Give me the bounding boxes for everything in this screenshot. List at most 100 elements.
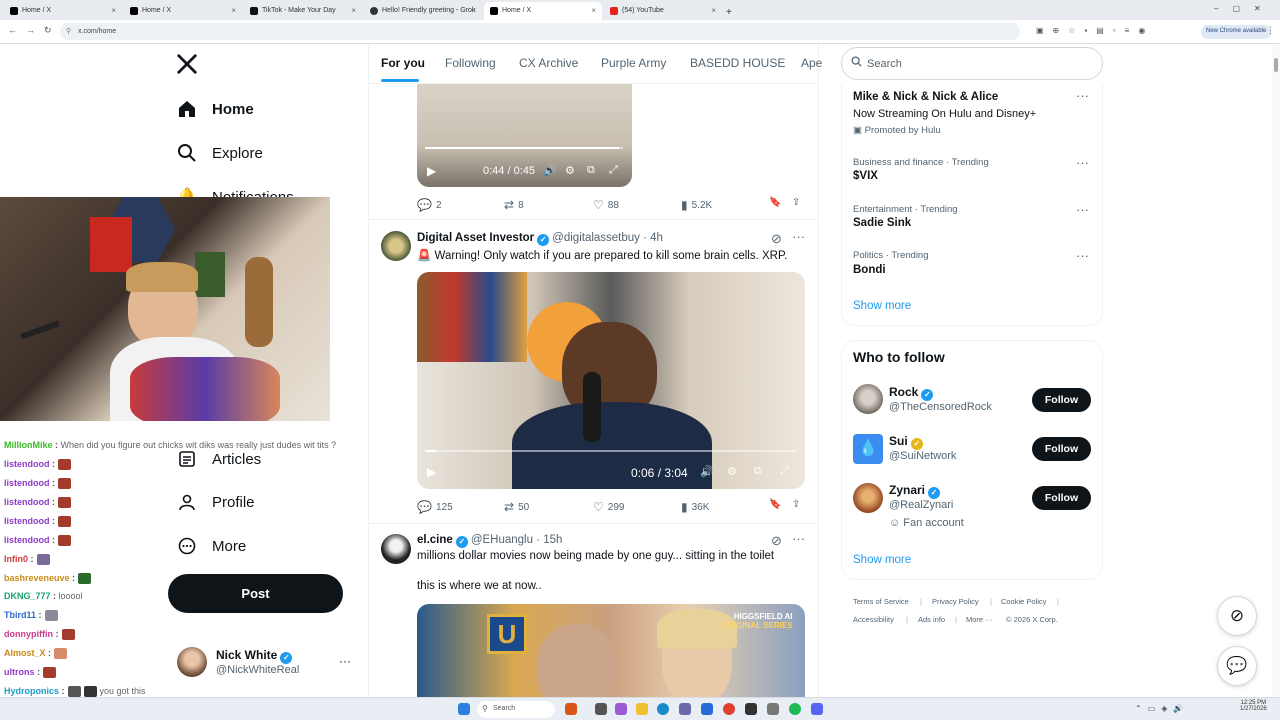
close-icon[interactable]: × xyxy=(471,6,476,15)
chrome-icon[interactable] xyxy=(723,703,735,715)
task-view-icon[interactable] xyxy=(595,703,607,715)
author-name[interactable]: el.cine xyxy=(417,534,453,546)
bookmark-icon[interactable]: 🔖 xyxy=(769,197,781,208)
tab-purple-army[interactable]: Purple Army xyxy=(601,56,666,70)
footer-link[interactable]: Terms of Service xyxy=(853,597,909,606)
new-tab-button[interactable]: + xyxy=(720,2,740,20)
reply-button[interactable]: 💬 2 xyxy=(417,198,442,212)
discord-icon[interactable] xyxy=(811,703,823,715)
back-icon[interactable]: ← xyxy=(8,25,17,35)
trend-title[interactable]: Bondi xyxy=(853,264,886,276)
footer-link[interactable]: Accessibility xyxy=(853,615,894,624)
tab-ape[interactable]: Ape xyxy=(801,56,822,70)
share-icon[interactable]: ⇪ xyxy=(792,197,800,208)
update-badge[interactable]: New Chrome available xyxy=(1201,25,1272,39)
grok-icon[interactable]: ⊘ xyxy=(1217,596,1257,636)
close-icon[interactable]: × xyxy=(111,6,116,15)
settings-icon[interactable]: ⚙ xyxy=(727,465,737,478)
promo-title[interactable]: Mike & Nick & Nick & Alice xyxy=(853,91,998,103)
windows-start-icon[interactable] xyxy=(458,703,470,715)
play-icon[interactable]: ▶ xyxy=(427,164,436,178)
browser-tab[interactable]: (54) YouTube × xyxy=(604,2,722,20)
show-more-link[interactable]: Show more xyxy=(853,554,911,566)
like-button[interactable]: ♡ 299 xyxy=(593,500,624,514)
taskbar-search[interactable]: ⚲ Search xyxy=(477,701,555,718)
follow-name[interactable]: Rock xyxy=(889,385,918,399)
promo-subtitle[interactable]: Now Streaming On Hulu and Disney+ xyxy=(853,108,1036,120)
tab-cx-archive[interactable]: CX Archive xyxy=(519,56,578,70)
scrollbar-thumb[interactable] xyxy=(1274,58,1278,72)
site-info-icon[interactable]: ⚲ xyxy=(66,27,71,35)
nav-home[interactable]: Home xyxy=(176,94,254,124)
reply-button[interactable]: 💬 125 xyxy=(417,500,453,514)
file-explorer-icon[interactable] xyxy=(636,703,648,715)
more-dots-icon[interactable]: ··· xyxy=(792,229,805,244)
tab-basedd-house[interactable]: BASEDD HOUSE xyxy=(690,56,785,70)
views-button[interactable]: ▮ 5.2K xyxy=(681,198,712,212)
close-icon[interactable]: × xyxy=(351,6,356,15)
author-name[interactable]: Digital Asset Investor xyxy=(417,232,534,244)
messages-icon[interactable]: 💬 xyxy=(1217,646,1257,686)
more-dots-icon[interactable]: ··· xyxy=(1076,155,1089,170)
app-icon[interactable] xyxy=(565,703,577,715)
more-dots-icon[interactable]: ··· xyxy=(1076,202,1089,217)
follow-button[interactable]: Follow xyxy=(1032,486,1091,510)
edge-icon[interactable] xyxy=(657,703,669,715)
follow-button[interactable]: Follow xyxy=(1032,388,1091,412)
video-player[interactable]: U HIGGSFIELD AI ORIGINAL SERIES xyxy=(417,604,805,697)
video-progress-track[interactable] xyxy=(425,147,623,149)
search-input[interactable]: Search xyxy=(841,47,1103,80)
author-handle[interactable]: @EHuanglu xyxy=(471,534,533,546)
pip-icon[interactable]: ⧉ xyxy=(587,164,595,177)
follow-handle[interactable]: @RealZynari xyxy=(889,499,953,511)
app-icon[interactable] xyxy=(767,703,779,715)
video-player[interactable]: ▶ 0:44 / 0:45 🔊 ⚙ ⧉ ⤢ xyxy=(417,84,632,187)
views-button[interactable]: ▮ 36K xyxy=(681,500,709,514)
footer-link[interactable]: Ads info xyxy=(918,615,945,624)
browser-tab[interactable]: Hello! Friendly greeting - Grok × xyxy=(364,2,482,20)
play-icon[interactable]: ▶ xyxy=(427,465,436,479)
close-icon[interactable]: × xyxy=(591,6,596,15)
menu-icon[interactable]: ⋮ xyxy=(1266,25,1275,36)
browser-tab-active[interactable]: Home / X × xyxy=(484,2,602,20)
tab-following[interactable]: Following xyxy=(445,56,496,70)
copilot-icon[interactable] xyxy=(615,703,627,715)
browser-tab[interactable]: Home / X × xyxy=(124,2,242,20)
app-icon[interactable] xyxy=(679,703,691,715)
browser-tab[interactable]: TikTok - Make Your Day × xyxy=(244,2,362,20)
more-dots-icon[interactable]: ··· xyxy=(1076,88,1089,103)
more-dots-icon[interactable]: ··· xyxy=(792,531,805,546)
spotify-icon[interactable] xyxy=(789,703,801,715)
follow-name[interactable]: Sui xyxy=(889,434,908,448)
url-field[interactable]: ⚲ x.com/home xyxy=(60,23,1020,40)
x-logo-icon[interactable] xyxy=(176,53,200,77)
fullscreen-icon[interactable]: ⤢ xyxy=(780,465,789,478)
video-player[interactable]: ▶ 0:06 / 3:04 🔊 ⚙ ⧉ ⤢ xyxy=(417,272,805,489)
clock[interactable]: 12:25 PM 1/27/2026 xyxy=(1240,700,1267,712)
footer-link[interactable]: More ··· xyxy=(966,615,993,624)
post-time[interactable]: 4h xyxy=(650,232,663,244)
follow-handle[interactable]: @SuiNetwork xyxy=(889,450,956,462)
close-icon[interactable]: × xyxy=(231,6,236,15)
settings-icon[interactable]: ⚙ xyxy=(565,164,575,177)
avatar[interactable] xyxy=(381,534,411,564)
trend-title[interactable]: Sadie Sink xyxy=(853,217,911,229)
bookmark-icon[interactable]: 🔖 xyxy=(769,499,781,510)
avatar[interactable] xyxy=(853,384,883,414)
close-icon[interactable]: × xyxy=(711,6,716,15)
video-progress-track[interactable] xyxy=(425,450,797,452)
author-handle[interactable]: @digitalassetbuy xyxy=(552,232,640,244)
footer-link[interactable]: Cookie Policy xyxy=(1001,597,1046,606)
fullscreen-icon[interactable]: ⤢ xyxy=(609,164,618,177)
pip-icon[interactable]: ⧉ xyxy=(754,465,762,478)
volume-icon[interactable]: 🔊 xyxy=(700,465,714,478)
extension-icons[interactable]: ▣⊕☆▪▤▫≡◉ xyxy=(1036,26,1154,35)
grok-icon[interactable]: ⊘ xyxy=(771,533,782,549)
footer-link[interactable]: Privacy Policy xyxy=(932,597,979,606)
follow-button[interactable]: Follow xyxy=(1032,437,1091,461)
sui-logo-icon[interactable]: 💧 xyxy=(853,434,883,464)
forward-icon[interactable]: → xyxy=(26,25,35,35)
nav-explore[interactable]: Explore xyxy=(176,138,263,168)
like-button[interactable]: ♡ 88 xyxy=(593,198,619,212)
window-controls[interactable]: –▢✕ xyxy=(1214,4,1275,13)
